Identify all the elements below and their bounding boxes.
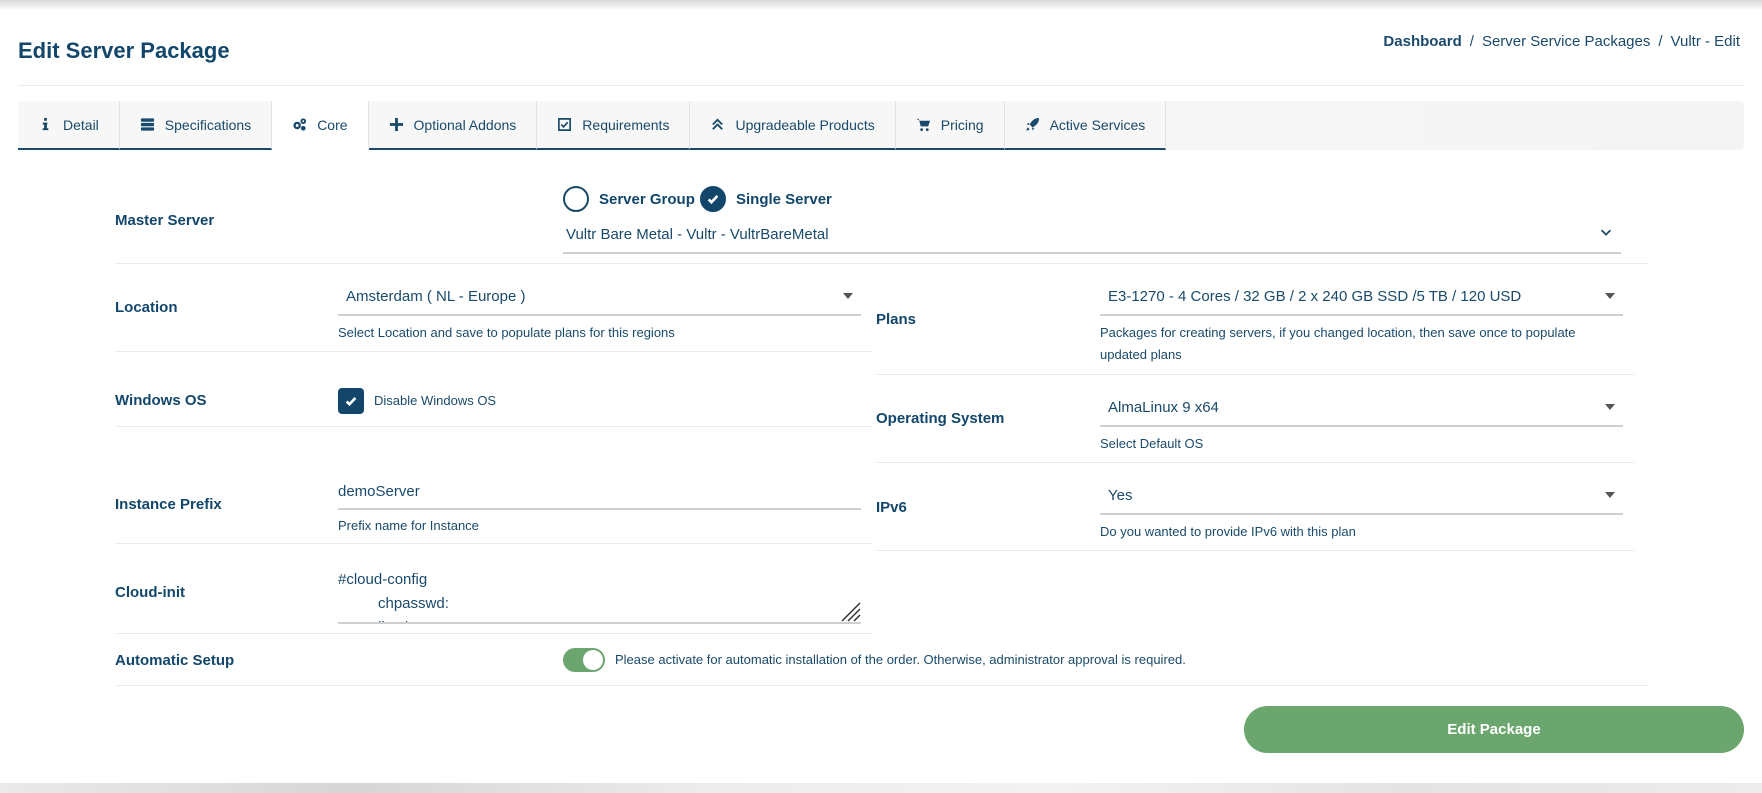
row-divider (876, 550, 1634, 551)
caret-down-icon (1605, 404, 1615, 410)
breadcrumb-current: Vultr - Edit (1670, 33, 1740, 50)
tab-label: Specifications (164, 116, 252, 133)
toggle-knob (583, 650, 603, 670)
check-icon (707, 195, 719, 205)
caret-down-icon (843, 293, 853, 299)
gears-icon (293, 118, 307, 131)
top-shadow (0, 0, 1762, 10)
server-icon (140, 118, 154, 131)
cloud-init-line: chpasswd: (378, 595, 449, 612)
row-divider (115, 633, 873, 634)
tab-label: Optional Addons (413, 116, 517, 133)
row-divider (115, 543, 873, 544)
cloud-init-textarea[interactable]: #cloud-config chpasswd: list: | (338, 568, 861, 624)
radio-label: Single Server (736, 190, 832, 208)
tab-bar: Detail Specifications Core Optional Addo… (18, 101, 1744, 150)
automatic-setup-label: Automatic Setup (115, 652, 235, 669)
info-icon (42, 117, 49, 131)
breadcrumb: Dashboard / Server Service Packages / Vu… (1383, 33, 1740, 50)
row-divider (876, 374, 1634, 375)
ipv6-help: Do you wanted to provide IPv6 with this … (1100, 524, 1356, 539)
location-value: Amsterdam ( NL - Europe ) (346, 287, 526, 305)
tab-core[interactable]: Core (272, 101, 369, 150)
instance-prefix-input[interactable]: demoServer (338, 474, 861, 510)
plus-icon (389, 117, 403, 132)
plans-help: Packages for creating servers, if you ch… (1100, 325, 1576, 362)
ipv6-select[interactable]: Yes (1100, 477, 1623, 515)
tab-detail[interactable]: Detail (18, 101, 120, 150)
tab-label: Pricing (940, 116, 984, 133)
plans-label: Plans (876, 311, 917, 328)
check-square-icon (558, 118, 572, 131)
cloud-init-line: #cloud-config (338, 571, 428, 588)
tab-label: Requirements (582, 116, 670, 133)
bottom-strip (0, 783, 1762, 793)
row-divider (115, 426, 873, 427)
radio-server-group[interactable]: Server Group (563, 186, 695, 212)
operating-system-select[interactable]: AlmaLinux 9 x64 (1100, 389, 1623, 427)
plans-select[interactable]: E3-1270 - 4 Cores / 32 GB / 2 x 240 GB S… (1100, 278, 1623, 316)
tab-label: Upgradeable Products (735, 116, 875, 133)
master-server-value: Vultr Bare Metal - Vultr - VultrBareMeta… (566, 225, 829, 243)
master-server-label: Master Server (115, 212, 215, 229)
edit-package-button[interactable]: Edit Package (1244, 706, 1744, 753)
page-title: Edit Server Package (18, 38, 230, 63)
instance-prefix-label: Instance Prefix (115, 496, 222, 513)
check-icon (345, 397, 357, 407)
cloud-init-line: list: | (338, 616, 861, 622)
automatic-setup-text: Please activate for automatic installati… (615, 652, 1186, 667)
tab-label: Core (317, 116, 348, 133)
location-help: Select Location and save to populate pla… (338, 325, 675, 340)
ipv6-value: Yes (1108, 486, 1133, 504)
tab-active-services[interactable]: Active Services (1004, 101, 1167, 150)
row-divider (115, 685, 1648, 686)
breadcrumb-dashboard-link[interactable]: Dashboard (1383, 33, 1461, 50)
tab-label: Active Services (1049, 116, 1146, 133)
disable-windows-os-label: Disable Windows OS (374, 393, 497, 408)
title-divider (18, 85, 1744, 86)
plans-value: E3-1270 - 4 Cores / 32 GB / 2 x 240 GB S… (1108, 287, 1522, 305)
location-select[interactable]: Amsterdam ( NL - Europe ) (338, 278, 861, 316)
caret-down-icon (1605, 293, 1615, 299)
tab-optional-addons[interactable]: Optional Addons (368, 101, 538, 150)
cloud-init-label: Cloud-init (115, 584, 185, 601)
tab-requirements[interactable]: Requirements (537, 101, 691, 150)
double-chevron-up-icon (712, 118, 724, 130)
breadcrumb-separator: / (1469, 33, 1474, 50)
disable-windows-os-checkbox[interactable] (338, 388, 364, 414)
row-divider (115, 263, 1648, 264)
tab-pricing[interactable]: Pricing (895, 101, 1005, 150)
radio-label: Server Group (599, 190, 695, 208)
resize-handle-icon[interactable] (839, 600, 861, 622)
master-server-select[interactable]: Vultr Bare Metal - Vultr - VultrBareMeta… (563, 216, 1621, 254)
breadcrumb-separator: / (1658, 33, 1663, 50)
tab-label: Detail (63, 116, 99, 133)
chevron-down-icon (1599, 225, 1613, 243)
ipv6-label: IPv6 (876, 499, 907, 516)
tab-upgradeable-products[interactable]: Upgradeable Products (690, 101, 896, 150)
radio-button[interactable] (563, 186, 589, 212)
instance-prefix-help: Prefix name for Instance (338, 518, 479, 533)
location-label: Location (115, 299, 178, 316)
windows-os-label: Windows OS (115, 392, 207, 409)
row-divider (876, 462, 1634, 463)
caret-down-icon (1605, 492, 1615, 498)
operating-system-value: AlmaLinux 9 x64 (1108, 398, 1219, 416)
row-divider (115, 351, 873, 352)
operating-system-label: Operating System (876, 410, 1005, 427)
breadcrumb-server-service-packages-link[interactable]: Server Service Packages (1482, 33, 1650, 50)
radio-button-checked[interactable] (700, 186, 726, 212)
automatic-setup-toggle[interactable] (563, 648, 605, 672)
operating-system-help: Select Default OS (1100, 436, 1204, 451)
rocket-icon (1025, 117, 1039, 131)
radio-single-server[interactable]: Single Server (700, 186, 832, 212)
tab-specifications[interactable]: Specifications (119, 101, 273, 150)
cart-icon (916, 118, 930, 132)
